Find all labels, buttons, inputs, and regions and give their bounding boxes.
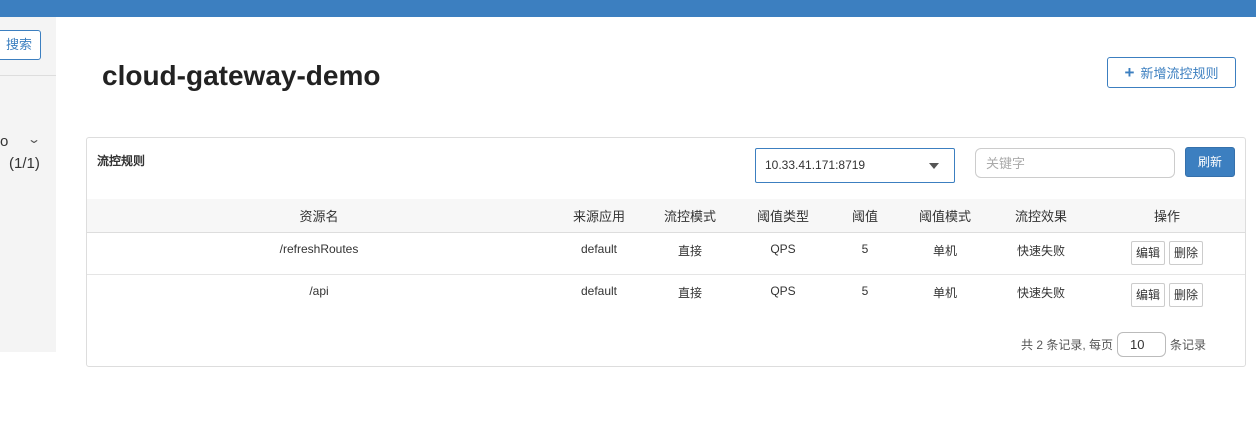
header-flow-effect: 流控效果 (1014, 209, 1067, 224)
delete-button[interactable]: 删除 (1169, 241, 1204, 265)
header-threshold-type: 阈值类型 (756, 209, 809, 224)
flow-rules-table: 资源名 来源应用 流控模式 阈值类型 阈值 阈值模式 流控效果 操作 /refr… (87, 199, 1245, 317)
pagination-suffix: 条记录 (1170, 338, 1207, 352)
header-source-app: 来源应用 (572, 209, 625, 224)
cell-flow-mode: 直接 (677, 286, 702, 300)
sidebar: 搜索 o ⌄ (1/1) (0, 17, 56, 427)
page-title: cloud-gateway-demo (102, 60, 381, 91)
chevron-down-icon[interactable]: ⌄ (27, 132, 41, 146)
sidebar-divider (0, 75, 56, 76)
sidebar-search-button[interactable]: 搜索 (0, 30, 41, 60)
header-threshold: 阈值 (851, 209, 878, 224)
cell-source-app: default (580, 242, 618, 256)
add-flow-rule-button[interactable]: + 新增流控规则 (1107, 57, 1236, 88)
cell-operations: 编辑 删除 (1089, 275, 1245, 317)
cell-threshold: 5 (861, 242, 869, 256)
refresh-button[interactable]: 刷新 (1185, 147, 1235, 177)
edit-button[interactable]: 编辑 (1130, 241, 1165, 265)
sidebar-app-count: (1/1) (9, 155, 40, 172)
table-row: /refreshRoutes default 直接 QPS 5 单机 快速失败 … (87, 233, 1245, 275)
table-row: /api default 直接 QPS 5 单机 快速失败 编辑 删除 (87, 275, 1245, 317)
page-size-input[interactable]: 10 (1117, 332, 1167, 357)
sidebar-app-name[interactable]: o (0, 133, 8, 150)
header-flow-mode: 流控模式 (663, 209, 716, 224)
flow-rules-panel: 流控规则 10.33.41.171:8719 刷新 资源名 来源应用 流控模式 … (86, 137, 1246, 367)
plus-icon: + (1124, 63, 1135, 82)
header-operations: 操作 (1153, 209, 1180, 224)
cell-threshold-type: QPS (770, 242, 796, 256)
cell-source-app: default (580, 284, 618, 298)
sidebar-footer (0, 352, 56, 427)
panel-title: 流控规则 (97, 154, 146, 168)
header-resource: 资源名 (299, 209, 339, 224)
cell-threshold-mode: 单机 (932, 286, 957, 300)
pagination: 共 2 条记录, 每页 10 条记录 (1021, 332, 1206, 357)
pagination-summary: 共 2 条记录, 每页 (1021, 338, 1114, 352)
cell-flow-mode: 直接 (677, 244, 702, 258)
machine-select-value: 10.33.41.171:8719 (765, 158, 866, 172)
delete-button[interactable]: 删除 (1169, 283, 1204, 307)
table-header: 资源名 来源应用 流控模式 阈值类型 阈值 阈值模式 流控效果 操作 (87, 199, 1245, 233)
cell-threshold-mode: 单机 (932, 244, 957, 258)
machine-select[interactable]: 10.33.41.171:8719 (755, 148, 955, 183)
header-threshold-mode: 阈值模式 (918, 209, 971, 224)
cell-threshold: 5 (861, 284, 869, 298)
cell-resource: /api (309, 284, 329, 298)
cell-flow-effect: 快速失败 (1016, 244, 1065, 258)
keyword-search-input[interactable] (975, 148, 1175, 178)
cell-resource: /refreshRoutes (279, 242, 359, 256)
edit-button[interactable]: 编辑 (1130, 283, 1165, 307)
top-nav-bar (0, 0, 1256, 17)
cell-flow-effect: 快速失败 (1016, 286, 1065, 300)
add-flow-rule-label: 新增流控规则 (1140, 66, 1219, 81)
caret-down-icon (929, 163, 939, 169)
cell-operations: 编辑 删除 (1089, 233, 1245, 274)
cell-threshold-type: QPS (770, 284, 796, 298)
